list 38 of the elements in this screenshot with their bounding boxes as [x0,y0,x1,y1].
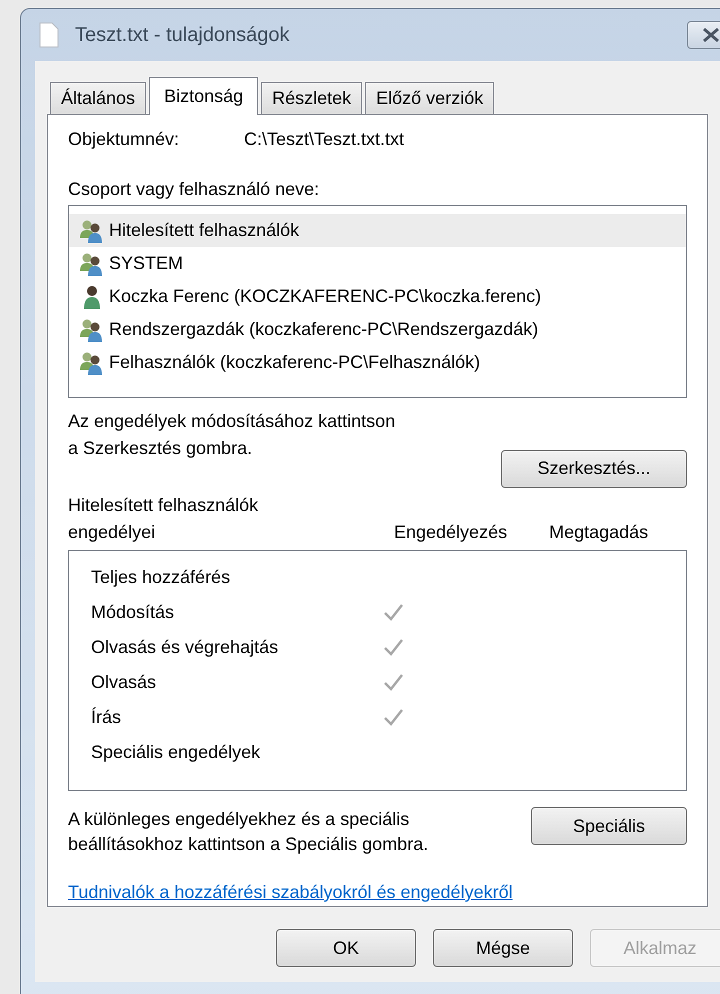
object-name-label: Objektumnév: [68,128,180,151]
special-button[interactable]: Speciális [531,807,687,845]
close-icon [702,28,720,42]
user-list-item[interactable]: Hitelesített felhasználók [69,214,686,247]
permissions-title: Hitelesített felhasználók [68,494,260,517]
dialog-button[interactable]: Mégse [433,929,573,967]
hint-text: A különleges engedélyekhez és a speciális [68,808,410,831]
permissions-title: engedélyei [68,520,156,544]
permission-name: Írás [91,706,122,729]
deny-header: Megtagadás [549,520,648,544]
tab[interactable]: Részletek [261,82,362,114]
hint-text: beállításokhoz kattintson a Speciális gombra. [68,833,428,856]
dialog-button[interactable]: OK [276,929,416,967]
group-list-label: Csoport vagy felhasználó neve: [68,178,320,201]
user-list-item[interactable]: Koczka Ferenc (KOCZKAFERENC-PC\koczka.ferenc) [69,280,686,313]
tab[interactable]: Előző verziók [365,82,494,114]
hint-text: Az engedélyek módosításához kattintson [68,410,396,433]
user-group-icon [79,316,105,342]
permission-name: Módosítás [91,600,174,624]
window-title: Teszt.txt - tulajdonságok [75,23,290,48]
permission-name: Teljes hozzáférés [91,566,230,589]
tab[interactable]: Biztonság [149,77,258,115]
tab[interactable]: Általános [50,82,146,114]
permission-name: Speciális engedélyek [91,740,260,764]
user-group-icon [79,250,105,276]
user-list-item[interactable]: Felhasználók (koczkaferenc-PC\Felhasználók) [69,346,686,379]
user-group-icon [79,218,105,244]
permission-name: Olvasás és végrehajtás [91,636,278,659]
allow-header: Engedélyezés [394,520,508,544]
hint-text: a Szerkesztés gombra. [68,436,254,460]
document-icon [39,22,59,48]
user-list-item[interactable]: SYSTEM [69,247,686,280]
object-name-value: C:\Teszt\Teszt.txt.txt [244,128,404,150]
help-link[interactable]: Tudnivalók a hozzáférési szabályokról és engedélyekről [68,879,687,906]
edit-button[interactable]: Szerkesztés... [501,450,687,488]
user-group-icon [79,350,105,376]
user-list-item[interactable]: Rendszergazdák (koczkaferenc-PC\Rendszergazdák) [69,313,686,346]
permission-name: Olvasás [91,670,156,694]
